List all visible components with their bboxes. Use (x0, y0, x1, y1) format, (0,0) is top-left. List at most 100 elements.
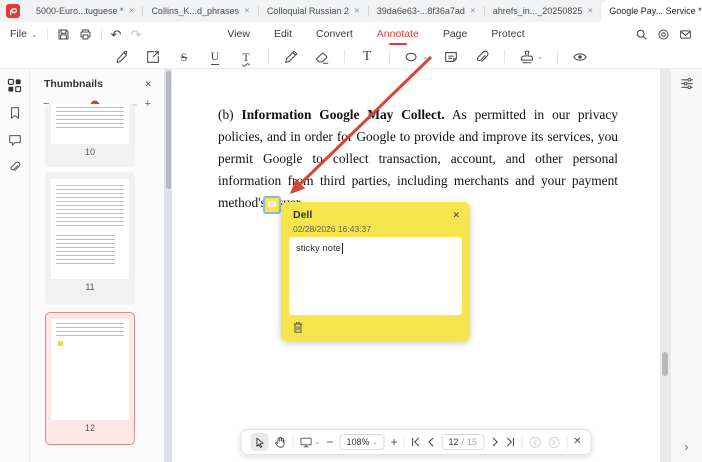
app-logo-icon (6, 4, 20, 18)
preview-eye-icon[interactable] (571, 48, 589, 66)
squiggly-underline-tool-icon[interactable]: T (237, 48, 255, 66)
menu-edit[interactable]: Edit (274, 22, 292, 46)
select-tool-button[interactable] (250, 433, 269, 451)
zoom-level-select[interactable]: 108% ⌄ (339, 434, 385, 450)
zoom-in-button[interactable]: + (391, 436, 398, 448)
tab-4[interactable]: 39da6e63-...8f36a7ad ✕ (369, 0, 484, 22)
note-close-icon[interactable]: ✕ (452, 210, 460, 221)
thumbnails-panel: Thumbnails ✕ − + 10 11 (30, 69, 164, 462)
page-11-number: 11 (85, 282, 95, 292)
page-12-preview (51, 319, 129, 420)
screenshot-icon[interactable] (657, 28, 670, 41)
tab-bar: 5000-Euro...tuguese * ✕ Collins_K...d_ph… (0, 0, 702, 22)
tab-1-close-icon[interactable]: ✕ (129, 7, 135, 15)
tab-5-close-icon[interactable]: ✕ (587, 7, 593, 15)
divider (344, 50, 345, 64)
tab-6-active[interactable]: Google Pay... Service * ✕ (601, 0, 702, 22)
tab-2-close-icon[interactable]: ✕ (244, 7, 250, 15)
bookmark-panel-icon[interactable] (8, 106, 22, 120)
page-10-number: 10 (84, 147, 95, 157)
menu-annotate-active[interactable]: Annotate (377, 22, 419, 46)
document-tabs: 5000-Euro...tuguese * ✕ Collins_K...d_ph… (28, 0, 702, 22)
note-delete-icon[interactable] (292, 321, 304, 334)
first-page-button[interactable] (411, 437, 421, 447)
note-text-input[interactable]: sticky note (289, 237, 462, 315)
page-separator: / (461, 437, 465, 447)
thumbnail-page-12-selected[interactable]: 12 (45, 312, 135, 445)
divider (389, 50, 390, 64)
divider (566, 435, 568, 449)
view-back-button-disabled[interactable] (528, 436, 541, 449)
divider (268, 50, 269, 64)
text-comment-tool-icon[interactable]: T (358, 48, 376, 66)
page-number-input[interactable]: 12 / 15 (441, 434, 485, 450)
viewer-bottom-toolbar: ⌄ − 108% ⌄ + 12 / 15 ✕ (240, 429, 592, 455)
thumbnails-panel-header: Thumbnails ✕ (30, 69, 164, 90)
divider (403, 435, 405, 449)
page-11-preview (51, 179, 129, 279)
panel-scrollbar-thumb[interactable] (165, 71, 171, 189)
comment-panel-icon[interactable] (8, 133, 22, 147)
document-scrollbar-thumb[interactable] (662, 352, 668, 376)
tab-3[interactable]: Colloquial Russian 2 ✕ (259, 0, 368, 22)
slider-plus-button[interactable]: + (145, 99, 151, 110)
tab-4-close-icon[interactable]: ✕ (470, 7, 476, 15)
panel-close-icon[interactable]: ✕ (144, 79, 152, 90)
document-page: (b) Information Google May Collect. As p… (172, 69, 660, 462)
tab-5[interactable]: ahrefs_in..._20250825 ✕ (485, 0, 601, 22)
zoom-out-button[interactable]: − (326, 436, 333, 448)
thumbnail-page-10[interactable]: 10 (45, 104, 135, 167)
area-highlight-tool-icon[interactable] (144, 48, 162, 66)
strikethrough-tool-icon[interactable]: S (175, 48, 193, 66)
chevron-down-icon: ⌄ (537, 54, 543, 61)
paragraph-bold-lead: Information Google May Collect. (241, 107, 445, 122)
annotation-toolbar: S U T T ⌄ ⌄ (0, 46, 702, 69)
note-text-value: sticky note (296, 243, 341, 254)
tab-3-close-icon[interactable]: ✕ (354, 7, 360, 15)
zoom-level-value: 108% (346, 437, 370, 447)
sticky-note-popup: Dell ✕ 02/28/2026 16:43:37 sticky note (281, 202, 470, 341)
menu-view[interactable]: View (227, 22, 250, 46)
underline-tool-icon[interactable]: U (206, 48, 224, 66)
view-forward-button-disabled[interactable] (547, 436, 560, 449)
current-page-value: 12 (448, 437, 459, 447)
tab-3-label: Colloquial Russian 2 (266, 6, 349, 16)
panel-scrollbar[interactable] (164, 69, 172, 462)
highlight-tool-icon[interactable] (113, 48, 131, 66)
search-icon[interactable] (635, 28, 648, 41)
divider (292, 435, 294, 449)
tab-2-label: Collins_K...d_phrases (151, 6, 239, 16)
menu-page[interactable]: Page (443, 22, 468, 46)
thumbnail-page-11[interactable]: 11 (45, 172, 135, 305)
tab-1-label: 5000-Euro...tuguese * (36, 6, 124, 16)
hand-tool-button[interactable] (275, 436, 287, 448)
mail-icon[interactable] (679, 28, 692, 41)
attachment-tool-icon[interactable] (473, 48, 491, 66)
total-pages-value: 15 (467, 437, 478, 447)
next-page-button[interactable] (490, 437, 499, 447)
last-page-button[interactable] (505, 437, 515, 447)
eraser-tool-icon[interactable] (313, 48, 331, 66)
sticky-note-tool-icon[interactable] (442, 48, 460, 66)
document-scrollbar[interactable] (660, 69, 670, 462)
pencil-tool-icon[interactable] (282, 48, 300, 66)
menu-convert[interactable]: Convert (316, 22, 353, 46)
attachment-panel-icon[interactable] (8, 160, 22, 174)
collapse-panel-chevron-icon[interactable]: › (685, 440, 689, 454)
sticky-note-header: Dell ✕ (281, 202, 470, 221)
menu-protect[interactable]: Protect (491, 22, 524, 46)
properties-panel-icon[interactable] (679, 76, 694, 91)
tab-1[interactable]: 5000-Euro...tuguese * ✕ (28, 0, 142, 22)
sticky-note-anchor-icon[interactable] (263, 196, 281, 214)
note-author: Dell (293, 209, 313, 221)
thumbnails-panel-icon[interactable] (7, 78, 22, 93)
stamp-tool-icon[interactable]: ⌄ (518, 48, 544, 66)
reading-mode-button[interactable]: ⌄ (300, 437, 320, 448)
previous-page-button[interactable] (427, 437, 436, 447)
tab-2[interactable]: Collins_K...d_phrases ✕ (143, 0, 257, 22)
shapes-tool-icon[interactable]: ⌄ (403, 48, 429, 66)
tab-4-label: 39da6e63-...8f36a7ad (376, 6, 465, 16)
chevron-down-icon: ⌄ (372, 439, 378, 446)
chevron-down-icon: ⌄ (422, 54, 428, 61)
close-toolbar-button[interactable]: ✕ (573, 437, 581, 447)
